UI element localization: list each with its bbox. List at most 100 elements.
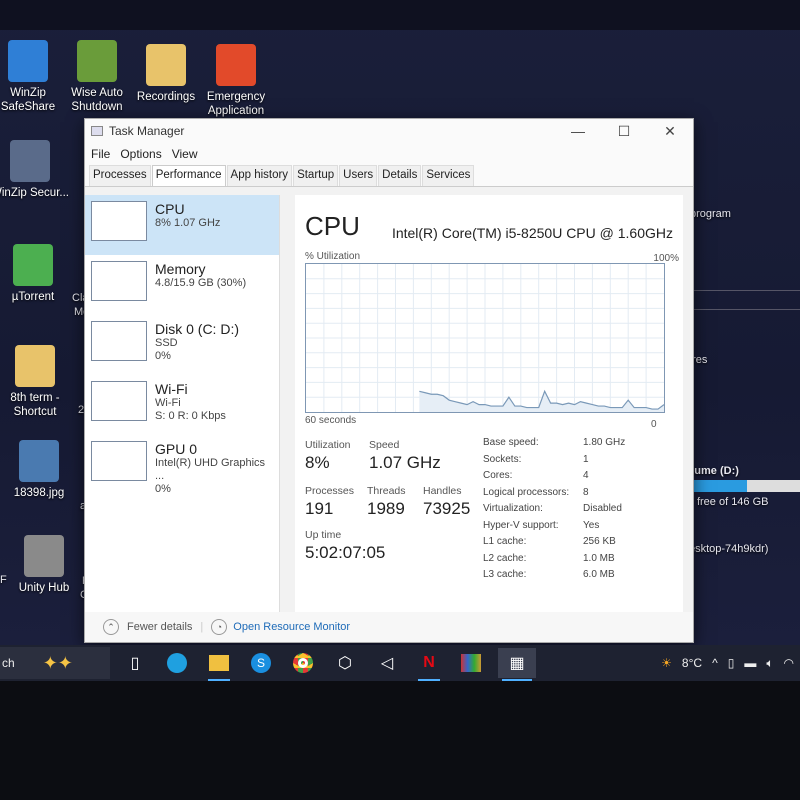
threads-value: 1989 xyxy=(367,499,405,518)
speed-label: Speed xyxy=(369,439,400,451)
resource-name: Disk 0 (C: D:) xyxy=(155,321,239,337)
partial-label: program xyxy=(690,208,731,220)
resource-item[interactable]: Wi-Fi Wi-Fi S: 0 R: 0 Kbps xyxy=(85,375,279,435)
cpu-panel: CPU Intel(R) Core(TM) i5-8250U CPU @ 1.6… xyxy=(295,195,683,612)
resource-item[interactable]: Memory 4.8/15.9 GB (30%) xyxy=(85,255,279,315)
desktop-icon-label: Wise Auto Shutdown xyxy=(71,87,123,113)
spec-value: 4 xyxy=(583,470,589,481)
chrome-icon[interactable] xyxy=(288,648,318,678)
edge-icon[interactable] xyxy=(162,648,192,678)
spec-key: Hyper-V support: xyxy=(483,519,559,531)
top-bezel xyxy=(0,0,800,30)
spec-key: Sockets: xyxy=(483,453,522,465)
uptime-value: 5:02:07:05 xyxy=(305,543,386,562)
tab-details[interactable]: Details xyxy=(378,165,422,186)
spec-row: L1 cache: 256 KB xyxy=(483,536,625,553)
processes-label: Processes xyxy=(305,485,355,497)
graph-span: 60 seconds xyxy=(305,415,357,426)
task-manager-icon xyxy=(91,126,103,136)
battery-icon[interactable]: ▬ xyxy=(744,656,756,670)
resource-thumbnail-graph xyxy=(91,201,147,241)
desktop-icon[interactable]: Emergency Application xyxy=(196,44,276,118)
chevron-up-icon[interactable]: ^ xyxy=(712,656,718,670)
tab-users[interactable]: Users xyxy=(339,165,378,186)
resource-name: CPU xyxy=(155,201,185,217)
resource-monitor-icon: ◔ xyxy=(211,619,228,635)
tab-processes[interactable]: Processes xyxy=(89,165,151,186)
menu-bar: File Options View xyxy=(85,143,693,165)
tablet-icon[interactable]: ▯ xyxy=(728,656,735,670)
spec-value: Yes xyxy=(583,519,600,531)
resource-detail: 0% xyxy=(155,483,171,495)
netflix-icon[interactable]: N xyxy=(414,648,444,681)
file-explorer-icon[interactable] xyxy=(204,648,234,681)
desktop-icon[interactable]: 18398.jpg xyxy=(0,440,79,500)
close-button[interactable]: ✕ xyxy=(647,123,693,140)
winrar-icon[interactable] xyxy=(456,648,486,678)
fewer-details-button[interactable]: Fewer details xyxy=(127,621,192,633)
wifi-icon[interactable]: ◠ xyxy=(784,656,794,670)
task-manager-taskbar-icon[interactable]: ▦ xyxy=(498,648,536,681)
tab-app-history[interactable]: App history xyxy=(226,165,293,186)
resource-detail: SSD xyxy=(155,337,178,349)
resource-thumbnail-graph xyxy=(91,441,147,481)
skype-icon[interactable]: S xyxy=(246,648,276,678)
spec-row: Hyper-V support: Yes xyxy=(483,520,625,537)
app-icon xyxy=(15,345,55,387)
resource-item[interactable]: CPU 8% 1.07 GHz xyxy=(85,195,279,255)
weather-temp[interactable]: 8°C xyxy=(682,656,702,670)
desktop-icon[interactable]: Wise Auto Shutdown xyxy=(57,40,137,114)
search-box[interactable]: ch ✦✦ xyxy=(0,647,110,679)
cpu-model: Intel(R) Core(TM) i5-8250U CPU @ 1.60GHz xyxy=(391,225,673,241)
resource-item[interactable]: GPU 0 Intel(R) UHD Graphics ... 0% xyxy=(85,435,279,495)
tab-startup[interactable]: Startup xyxy=(293,165,339,186)
graph-label: % Utilization xyxy=(305,251,361,262)
minimize-button[interactable]: — xyxy=(555,123,601,140)
cpu-heading: CPU xyxy=(305,211,360,241)
tab-performance[interactable]: Performance xyxy=(151,165,226,186)
task-view-icon[interactable]: ▯ xyxy=(120,648,150,678)
monitor-bezel xyxy=(0,681,800,800)
spec-key: L3 cache: xyxy=(483,569,527,580)
desktop-icon[interactable]: WinZip Secur... xyxy=(0,140,70,200)
spec-key: Base speed: xyxy=(483,437,539,448)
resource-list: CPU 8% 1.07 GHz Memory 4.8/15.9 GB (30%) Dis… xyxy=(85,195,280,615)
spec-row: L3 cache: 6.0 MB xyxy=(483,569,625,586)
tab-services[interactable]: Services xyxy=(422,165,475,186)
unity-icon[interactable]: ⬡ xyxy=(330,648,360,678)
resource-thumbnail-graph xyxy=(91,321,147,361)
speed-value: 1.07 GHz xyxy=(369,453,441,472)
spec-row: Virtualization: Disabled xyxy=(483,503,625,520)
desktop-icon-label: Recordings xyxy=(136,91,196,103)
app-icon xyxy=(13,244,53,286)
desktop-icon-label: 8th term - Shortcut xyxy=(10,392,60,418)
spec-key: Cores: xyxy=(483,470,513,481)
app-icon xyxy=(24,535,64,577)
desktop-icon[interactable]: µTorrent xyxy=(0,244,73,304)
desktop-icon-label: Unity Hub xyxy=(18,582,70,594)
menu-file[interactable]: File xyxy=(91,147,110,161)
visual-studio-icon[interactable]: ◁ xyxy=(372,648,402,678)
desktop-icon[interactable]: Unity Hub xyxy=(4,535,84,595)
chevron-up-icon[interactable]: ⌃ xyxy=(103,619,119,635)
spec-key: L1 cache: xyxy=(483,536,527,547)
open-resource-monitor-link[interactable]: Open Resource Monitor xyxy=(233,621,350,633)
task-manager-window: Task Manager — ☐ ✕ File Options View Pro… xyxy=(84,118,694,643)
desktop-icon[interactable]: 8th term - Shortcut xyxy=(0,345,75,419)
partial-label: F xyxy=(0,574,7,586)
spec-value: 8 xyxy=(583,486,589,498)
resource-item[interactable]: Disk 0 (C: D:) SSD 0% xyxy=(85,315,279,375)
desktop-icon-label: Emergency Application xyxy=(206,91,266,117)
spec-row: L2 cache: 1.0 MB xyxy=(483,553,625,570)
title-bar: Task Manager — ☐ ✕ xyxy=(85,119,693,143)
spec-value: 1 xyxy=(583,453,589,465)
menu-options[interactable]: Options xyxy=(120,147,161,161)
weather-icon[interactable]: ☀ xyxy=(661,656,672,670)
menu-view[interactable]: View xyxy=(172,147,198,161)
volume-icon[interactable]: 🔈︎ xyxy=(766,656,773,671)
handles-label: Handles xyxy=(423,485,462,497)
desktop-icon[interactable]: Recordings xyxy=(126,44,206,104)
spec-value: 1.0 MB xyxy=(583,552,615,564)
utilization-value: 8% xyxy=(305,453,330,472)
maximize-button[interactable]: ☐ xyxy=(601,123,647,140)
